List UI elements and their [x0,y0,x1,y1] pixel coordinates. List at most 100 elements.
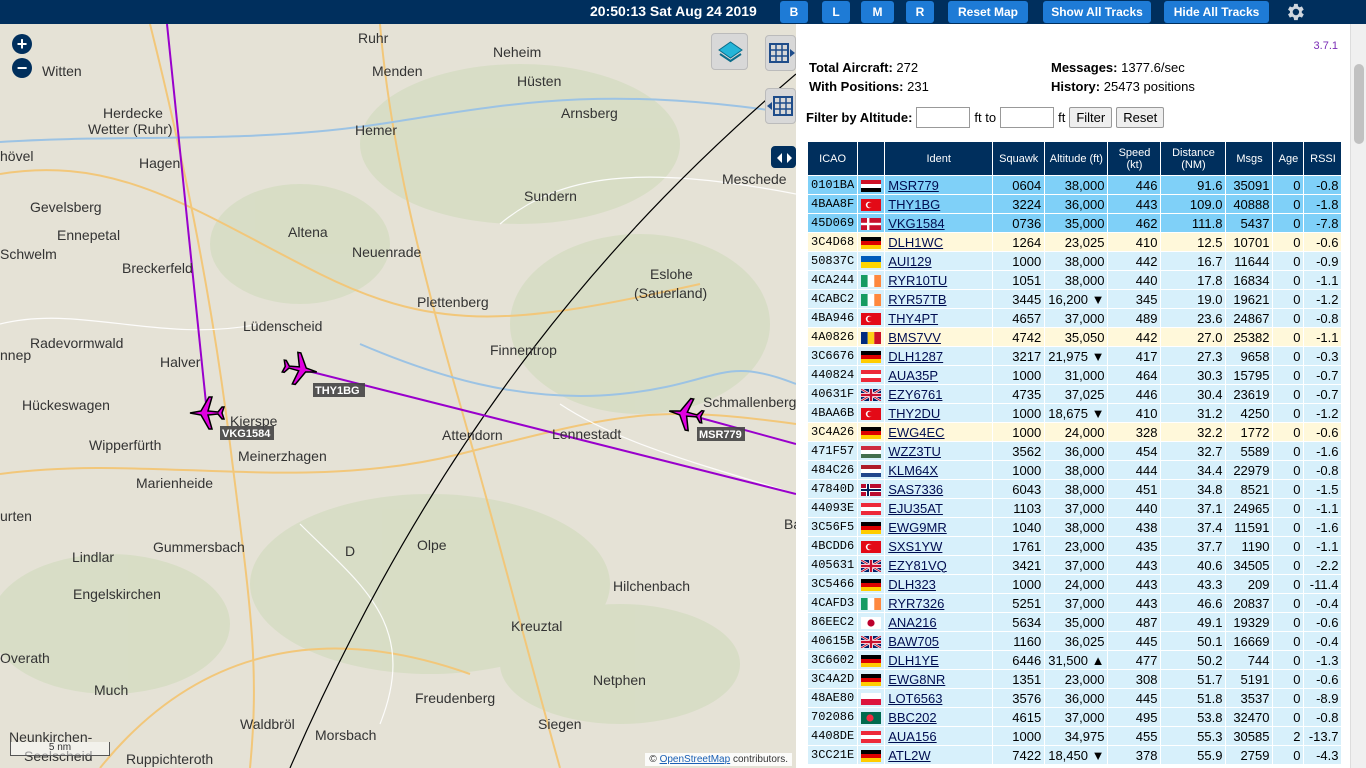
column-header-rssi[interactable]: RSSI [1304,142,1342,175]
ident-link[interactable]: AUA35P [888,368,938,383]
table-row[interactable]: 3C4D68 DLH1WC 1264 23,025 410 12.5 10701 0 -0.6 [808,233,1342,251]
table-row[interactable]: 3C4A2D EWG8NR 1351 23,000 308 51.7 5191 0 -0.6 [808,670,1342,688]
ident-link[interactable]: BMS7VV [888,330,941,345]
table-row[interactable]: 45D069 VKG1584 0736 35,000 462 111.8 5437 0 -7.8 [808,214,1342,232]
button-r[interactable]: R [906,1,934,23]
ident-link[interactable]: THY1BG [888,197,940,212]
column-header-age[interactable]: Age [1273,142,1304,175]
column-header-icao[interactable]: ICAO [808,142,858,175]
column-header-squawk[interactable]: Squawk [993,142,1045,175]
button-b[interactable]: B [780,1,808,23]
table-row[interactable]: 702086 BBC202 4615 37,000 495 53.8 32470 0 -0.8 [808,708,1342,726]
ident-link[interactable]: WZZ3TU [888,444,941,459]
ident-link[interactable]: DLH323 [888,577,936,592]
table-row[interactable]: 3C6602 DLH1YE 6446 31,500 ▲ 477 50.2 744 0 -1.3 [808,651,1342,669]
gear-icon[interactable] [1283,1,1307,23]
column-header-speed[interactable]: Speed (kt) [1108,142,1161,175]
ident-link[interactable]: RYR57TB [888,292,946,307]
map[interactable]: Ruhr Neheim Witten Menden Hüsten Herdeck… [0,24,796,768]
ident-link[interactable]: EWG8NR [888,672,945,687]
ident-link[interactable]: SXS1YW [888,539,942,554]
column-header-distance[interactable]: Distance (NM) [1161,142,1226,175]
reset-filter-button[interactable]: Reset [1116,107,1165,128]
ident-link[interactable]: LOT6563 [888,691,942,706]
column-toggle-button[interactable] [765,35,796,71]
table-row[interactable]: 405631 EZY81VQ 3421 37,000 443 40.6 34505 0 -2.2 [808,556,1342,574]
hide-all-tracks-button[interactable]: Hide All Tracks [1164,1,1269,23]
town-label: Morsbach [315,727,376,743]
expand-table-button[interactable] [765,88,796,124]
ident-link[interactable]: ATL2W [888,748,930,763]
table-row[interactable]: 4A0826 BMS7VV 4742 35,050 442 27.0 25382 0 -1.1 [808,328,1342,346]
age-cell: 0 [1273,594,1304,612]
reset-map-button[interactable]: Reset Map [948,1,1028,23]
table-row[interactable]: 3C4A26 EWG4EC 1000 24,000 328 32.2 1772 0 -0.6 [808,423,1342,441]
table-row[interactable]: 471F57 WZZ3TU 3562 36,000 454 32.7 5589 0 -1.6 [808,442,1342,460]
ident-link[interactable]: MSR779 [888,178,939,193]
age-cell: 0 [1273,499,1304,517]
button-l[interactable]: L [822,1,850,23]
scrollbar[interactable] [1350,24,1366,768]
table-row[interactable]: 86EEC2 ANA216 5634 35,000 487 49.1 19329 0 -0.6 [808,613,1342,631]
scroll-thumb[interactable] [1354,64,1364,144]
table-row[interactable]: 484C26 KLM64X 1000 38,000 444 34.4 22979 0 -0.8 [808,461,1342,479]
table-row[interactable]: 3C5466 DLH323 1000 24,000 443 43.3 209 0 -11.4 [808,575,1342,593]
filter-button[interactable]: Filter [1069,107,1113,128]
ident-link[interactable]: BAW705 [888,634,939,649]
ident-link[interactable]: AUI129 [888,254,931,269]
show-all-tracks-button[interactable]: Show All Tracks [1043,1,1151,23]
table-row[interactable]: 4BAA8F THY1BG 3224 36,000 443 109.0 40888 0 -1.8 [808,195,1342,213]
table-row[interactable]: 4CAFD3 RYR7326 5251 37,000 443 46.6 20837 0 -0.4 [808,594,1342,612]
table-row[interactable]: 4CABC2 RYR57TB 3445 16,200 ▼ 345 19.0 19621 0 -1… [808,290,1342,308]
ident-link[interactable]: DLH1WC [888,235,943,250]
table-row[interactable]: 0101BA MSR779 0604 38,000 446 91.6 35091 0 -0.8 [808,176,1342,194]
ident-link[interactable]: BBC202 [888,710,936,725]
column-header-flag[interactable] [858,142,885,175]
layers-button[interactable] [711,33,748,70]
button-m[interactable]: M [861,1,894,23]
ident-link[interactable]: VKG1584 [888,216,944,231]
table-row[interactable]: 3CC21E ATL2W 7422 18,450 ▼ 378 55.9 2759 0 -4.3 [808,746,1342,764]
ident-link[interactable]: EJU35AT [888,501,943,516]
table-row[interactable]: 40631F EZY6761 4735 37,025 446 30.4 23619 0 -0.7 [808,385,1342,403]
column-header-ident[interactable]: Ident [885,142,993,175]
openstreetmap-link[interactable]: OpenStreetMap [660,754,731,765]
ident-link[interactable]: RYR10TU [888,273,947,288]
table-row[interactable]: 40615B BAW705 1160 36,025 445 50.1 16669 0 -0.4 [808,632,1342,650]
table-row[interactable]: 48AE80 LOT6563 3576 36,000 445 51.8 3537 0 -8.9 [808,689,1342,707]
column-header-msgs[interactable]: Msgs [1226,142,1273,175]
ident-link[interactable]: EWG4EC [888,425,944,440]
table-row[interactable]: 440824 AUA35P 1000 31,000 464 30.3 15795 0 -0.7 [808,366,1342,384]
ident-link[interactable]: EWG9MR [888,520,947,535]
column-header-altitude[interactable]: Altitude (ft) [1045,142,1108,175]
ident-link[interactable]: THY4PT [888,311,938,326]
ident-link[interactable]: THY2DU [888,406,940,421]
table-row[interactable]: 3C56F5 EWG9MR 1040 38,000 438 37.4 11591 0 -1.6 [808,518,1342,536]
ident-link[interactable]: EZY81VQ [888,558,947,573]
table-row[interactable]: 4CA244 RYR10TU 1051 38,000 440 17.8 16834 0 -1.1 [808,271,1342,289]
ident-link[interactable]: EZY6761 [888,387,942,402]
panel-toggle-button[interactable] [771,146,796,168]
ident-link[interactable]: DLH1287 [888,349,943,364]
table-row[interactable]: 4BCDD6 SXS1YW 1761 23,000 435 37.7 1190 0 -1.1 [808,537,1342,555]
zoom-out-button[interactable]: − [12,58,32,78]
table-row[interactable]: 44093E EJU35AT 1103 37,000 440 37.1 24965 0 -1.1 [808,499,1342,517]
flag-cell [858,252,885,270]
table-row[interactable]: 4408DE AUA156 1000 34,975 455 55.3 30585 2 -13.7 [808,727,1342,745]
ident-link[interactable]: ANA216 [888,615,936,630]
ident-link[interactable]: RYR7326 [888,596,944,611]
ident-link[interactable]: SAS7336 [888,482,943,497]
icao-cell: 40615B [808,632,858,650]
altitude-max-input[interactable] [1000,107,1055,128]
table-row[interactable]: 4BAA6B THY2DU 1000 18,675 ▼ 410 31.2 4250 0 -1.2 [808,404,1342,422]
table-row[interactable]: 50837C AUI129 1000 38,000 442 16.7 11644 0 -0.9 [808,252,1342,270]
ident-link[interactable]: DLH1YE [888,653,939,668]
zoom-in-button[interactable]: + [12,34,32,54]
ident-link[interactable]: KLM64X [888,463,938,478]
altitude-min-input[interactable] [916,107,971,128]
ident-link[interactable]: AUA156 [888,729,936,744]
table-row[interactable]: 3C6676 DLH1287 3217 21,975 ▼ 417 27.3 9658 0 -0.… [808,347,1342,365]
table-row[interactable]: 47840D SAS7336 6043 38,000 451 34.8 8521 0 -1.5 [808,480,1342,498]
table-row[interactable]: 4BA946 THY4PT 4657 37,000 489 23.6 24867 0 -0.8 [808,309,1342,327]
distance-cell: 32.2 [1161,423,1226,441]
